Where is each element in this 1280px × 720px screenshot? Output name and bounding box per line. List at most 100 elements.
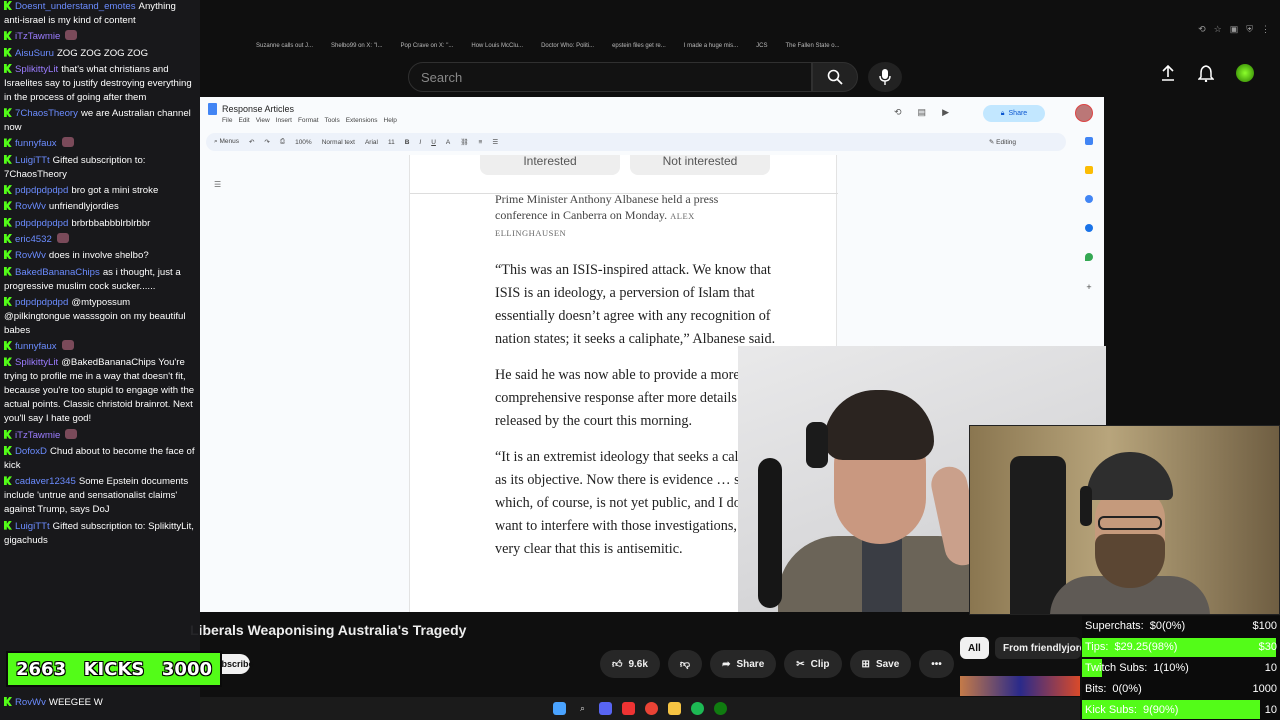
obs-icon[interactable] (622, 702, 635, 715)
chat-username[interactable]: LuigiTTt (15, 521, 50, 532)
windows-start-icon[interactable] (553, 702, 566, 715)
chat-username[interactable]: iTzTawmie (15, 430, 60, 441)
chat-username[interactable]: cadaver12345 (15, 476, 76, 487)
filter-chip-from-channel[interactable]: From friendlyjordies (995, 637, 1081, 659)
chrome-icon[interactable] (645, 702, 658, 715)
menu-icon[interactable]: ⋮ (1261, 24, 1270, 35)
chat-username[interactable]: RovWv (15, 201, 46, 212)
docs-menu-item[interactable]: View (256, 117, 270, 124)
filter-chip-all[interactable]: All (960, 637, 989, 659)
bookmark-item[interactable]: epstein files get re... (612, 43, 666, 49)
italic-button[interactable]: I (419, 139, 421, 146)
chat-username[interactable]: BakedBananaChips (15, 267, 100, 278)
bookmark-item[interactable]: Shelbo99 on X: "I... (331, 43, 383, 49)
style-select[interactable]: Normal text (322, 139, 355, 146)
search-icon[interactable]: ⌕ (576, 702, 589, 715)
chat-username[interactable]: RovWv (15, 250, 46, 261)
contacts-icon[interactable] (1085, 224, 1093, 232)
xbox-icon[interactable] (714, 702, 727, 715)
chat-message: RovWv unfriendlyjordies (4, 200, 196, 214)
align-icon[interactable]: ≡ (479, 139, 483, 146)
redo-icon[interactable]: ↷ (264, 138, 269, 146)
not-interested-pill[interactable]: Not interested (630, 155, 770, 175)
comments-icon[interactable]: ▤ (918, 107, 927, 118)
zoom-select[interactable]: 100% (295, 139, 312, 146)
chat-username[interactable]: eric4532 (15, 234, 52, 245)
chat-username[interactable]: SplikittyLit (15, 64, 58, 75)
editing-mode[interactable]: ✎ Editing (989, 138, 1016, 146)
extension-icon[interactable]: ▣ (1230, 24, 1239, 35)
bookmark-item[interactable]: JCS (756, 43, 767, 49)
underline-button[interactable]: U (431, 139, 436, 146)
voice-search-button[interactable] (868, 62, 902, 92)
bookmark-item[interactable]: Suzanne calls out J... (256, 43, 313, 49)
bookmark-item[interactable]: The Fallen State o... (786, 43, 840, 49)
list-icon[interactable]: ☰ (492, 138, 498, 146)
document-title[interactable]: Response Articles (222, 104, 294, 114)
chat-username[interactable]: LuigiTTt (15, 155, 50, 166)
chat-username[interactable]: SplikittyLit (15, 357, 58, 368)
bookmark-icon[interactable]: ☆ (1214, 24, 1222, 35)
chat-username[interactable]: RovWv (15, 697, 46, 708)
history-icon[interactable]: ⟲ (1198, 24, 1206, 35)
chat-username[interactable]: AisuSuru (15, 48, 54, 59)
docs-menu-item[interactable]: Insert (276, 117, 292, 124)
chat-username[interactable]: pdpdpdpdpd (15, 297, 68, 308)
save-button[interactable]: ⊞ Save (849, 650, 912, 678)
link-icon[interactable]: ⛓ (460, 138, 468, 146)
font-select[interactable]: Arial (365, 139, 378, 146)
chat-username[interactable]: pdpdpdpdpd (15, 185, 68, 196)
chat-username[interactable]: 7ChaosTheory (15, 108, 78, 119)
version-history-icon[interactable]: ⟲ (894, 107, 902, 118)
meet-icon[interactable]: ▶ (942, 107, 949, 118)
menus-search[interactable]: ⌕ Menus (214, 138, 239, 146)
docs-menu-item[interactable]: Extensions (346, 117, 378, 124)
file-explorer-icon[interactable] (668, 702, 681, 715)
print-icon[interactable]: ⎙ (280, 138, 285, 146)
keep-icon[interactable] (1085, 166, 1093, 174)
docs-menu-item[interactable]: Format (298, 117, 319, 124)
chat-username[interactable]: DofoxD (15, 446, 47, 457)
docs-menu-item[interactable]: Edit (238, 117, 249, 124)
clip-button[interactable]: ✂ Clip (784, 650, 842, 678)
goal-row: Bits: 0(0%) 1000 (1082, 678, 1280, 699)
docs-user-avatar[interactable] (1075, 104, 1093, 122)
docs-menu-item[interactable]: Tools (325, 117, 340, 124)
docs-logo-icon (208, 103, 217, 115)
discord-icon[interactable] (599, 702, 612, 715)
add-on-icon[interactable]: + (1086, 282, 1091, 292)
spotify-icon[interactable] (691, 702, 704, 715)
docs-menu-item[interactable]: File (222, 117, 232, 124)
share-video-button[interactable]: ➦ Share (710, 650, 777, 678)
chat-username[interactable]: pdpdpdpdpd (15, 218, 68, 229)
font-size-field[interactable]: 11 (388, 139, 395, 146)
share-button[interactable]: 🔒︎ Share (983, 105, 1045, 122)
account-avatar[interactable] (1236, 64, 1254, 82)
bookmark-item[interactable]: Pop Crave on X: "... (401, 43, 454, 49)
document-outline-icon[interactable]: ☰ (214, 180, 221, 189)
notifications-bell-icon[interactable] (1198, 64, 1214, 82)
shield-icon[interactable]: ⛨ (1246, 24, 1253, 35)
recommended-thumbnail[interactable] (960, 676, 1080, 696)
search-input[interactable]: Search (408, 62, 812, 92)
bookmark-item[interactable]: I made a huge mis... (684, 43, 738, 49)
like-button[interactable]: 👍︎ 9.6k (600, 650, 660, 678)
chat-username[interactable]: funnyfaux (15, 138, 57, 149)
bookmark-item[interactable]: How Louis McClu... (471, 43, 523, 49)
more-actions-button[interactable]: ••• (919, 650, 954, 678)
interested-pill[interactable]: Interested (480, 155, 620, 175)
bold-button[interactable]: B (405, 139, 410, 146)
bookmark-item[interactable]: Doctor Who: Politi... (541, 43, 594, 49)
maps-icon[interactable] (1085, 253, 1093, 261)
search-button[interactable] (812, 62, 858, 92)
undo-icon[interactable]: ↶ (249, 138, 254, 146)
docs-menu-item[interactable]: Help (384, 117, 397, 124)
calendar-icon[interactable] (1085, 137, 1093, 145)
chat-username[interactable]: Doesnt_understand_emotes (15, 1, 136, 12)
text-color-icon[interactable]: A (446, 139, 450, 146)
chat-username[interactable]: funnyfaux (15, 341, 57, 352)
tasks-icon[interactable] (1085, 195, 1093, 203)
upload-icon[interactable] (1160, 65, 1176, 81)
dislike-button[interactable]: 👎︎ (667, 650, 703, 678)
chat-username[interactable]: iTzTawmie (15, 31, 60, 42)
